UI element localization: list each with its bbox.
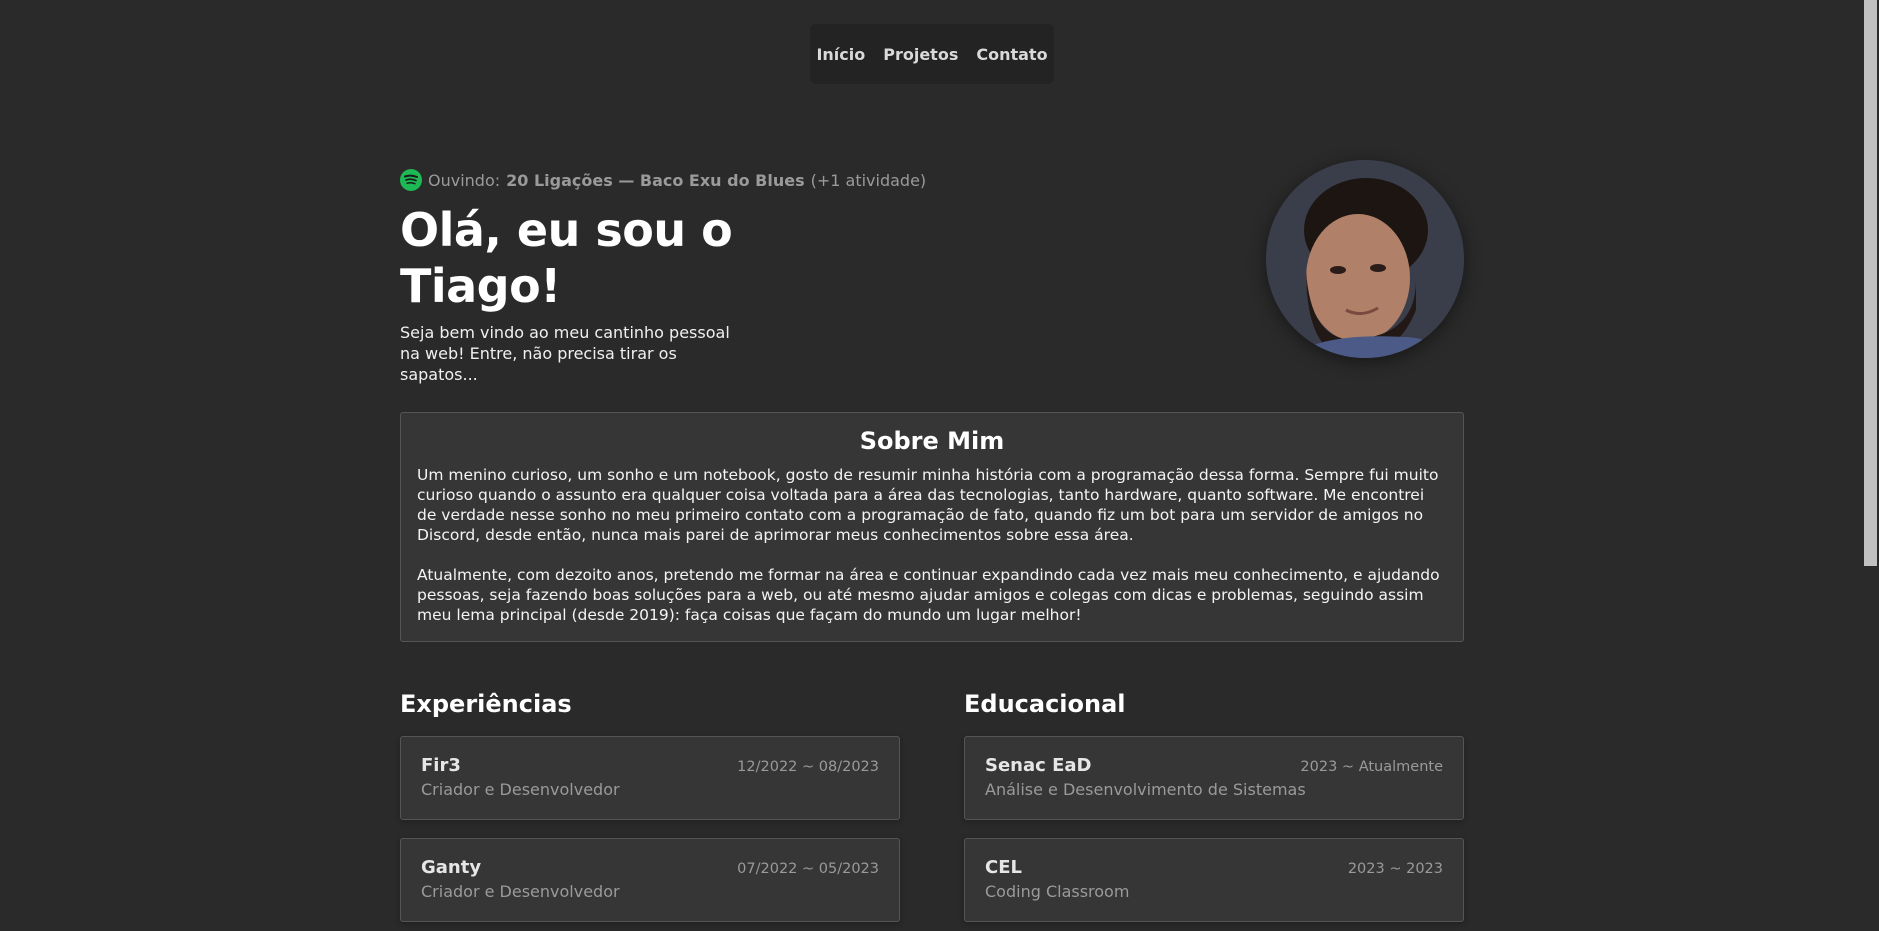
page: Início Projetos Contato Ouvindo: 20 Liga… — [0, 0, 1879, 931]
nav-item-contato[interactable]: Contato — [976, 45, 1047, 64]
education-section: Educacional Senac EaD Análise e Desenvol… — [964, 690, 1464, 931]
about-paragraph: Atualmente, com dezoito anos, pretendo m… — [417, 566, 1440, 624]
experiences-title: Experiências — [400, 690, 572, 718]
now-playing-suffix: (+1 atividade) — [810, 170, 927, 190]
now-playing-prefix: Ouvindo: — [428, 170, 501, 190]
experience-role: Criador e Desenvolvedor — [421, 780, 620, 799]
education-card[interactable]: Senac EaD Análise e Desenvolvimento de S… — [964, 736, 1464, 820]
now-playing-track: 20 Ligações — Baco Exu do Blues — [506, 170, 805, 190]
page-scrollbar[interactable] — [1862, 0, 1879, 931]
experience-date: 07/2022 ~ 05/2023 — [737, 861, 879, 877]
about-title: Sobre Mim — [859, 427, 1005, 455]
nav-item-projetos[interactable]: Projetos — [883, 45, 958, 64]
nav-item-inicio[interactable]: Início — [816, 45, 865, 64]
education-title: Educacional — [964, 690, 1126, 718]
hero-subtitle: Seja bem vindo ao meu cantinho pessoal n… — [400, 323, 730, 384]
scrollbar-thumb[interactable] — [1864, 0, 1877, 566]
experience-card[interactable]: Ganty Criador e Desenvolvedor 07/2022 ~ … — [400, 838, 900, 922]
education-role: Análise e Desenvolvimento de Sistemas — [985, 780, 1306, 799]
education-role: Coding Classroom — [985, 882, 1130, 901]
education-date: 2023 ~ Atualmente — [1300, 759, 1443, 775]
hero-title: Olá, eu sou o Tiago! — [400, 203, 733, 313]
experiences-section: Experiências Fir3 Criador e Desenvolvedo… — [400, 690, 900, 931]
education-date: 2023 ~ 2023 — [1347, 861, 1443, 877]
experience-role: Criador e Desenvolvedor — [421, 882, 620, 901]
avatar-photo — [1266, 160, 1464, 358]
top-nav: Início Projetos Contato — [810, 24, 1054, 84]
about-card: Sobre Mim Um menino curioso, um sonho e … — [400, 412, 1464, 642]
spotify-icon — [400, 169, 422, 191]
education-card[interactable]: CEL Coding Classroom 2023 ~ 2023 — [964, 838, 1464, 922]
about-paragraph: Um menino curioso, um sonho e um noteboo… — [417, 466, 1439, 544]
experience-date: 12/2022 ~ 08/2023 — [737, 759, 879, 775]
avatar — [1266, 160, 1464, 358]
experience-card[interactable]: Fir3 Criador e Desenvolvedor 12/2022 ~ 0… — [400, 736, 900, 820]
